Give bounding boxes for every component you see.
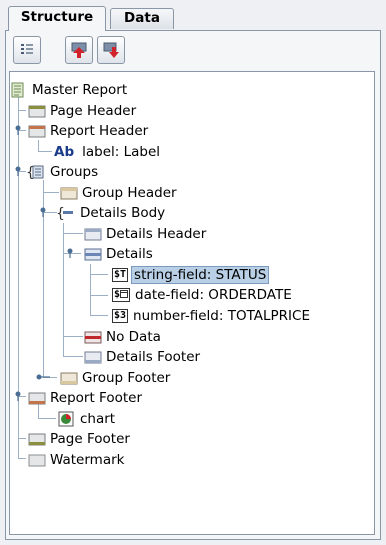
- tree-node-details[interactable]: Details: [84, 244, 155, 264]
- tree-node-page-header[interactable]: Page Header: [28, 101, 138, 121]
- tree-node-chart[interactable]: chart: [58, 409, 117, 429]
- tree-node-label: Watermark: [50, 452, 125, 468]
- page-footer-band-icon: [28, 431, 46, 447]
- structure-tree[interactable]: Master Report Page Header Report Header …: [9, 71, 375, 535]
- details-body-icon: {: [56, 205, 74, 221]
- tab-structure[interactable]: Structure: [8, 6, 106, 31]
- tree-node-label: Details Body: [80, 205, 166, 221]
- tree-node-label-element[interactable]: Ab label: Label: [54, 142, 162, 162]
- toolbar: [9, 35, 369, 67]
- tree-node-label: Details Footer: [106, 349, 201, 365]
- tree-node-label: Report Footer: [50, 390, 142, 406]
- report-document-icon: [10, 82, 26, 98]
- chart-icon: [58, 411, 74, 427]
- list-view-icon: [19, 42, 35, 58]
- structure-panel: Master Report Page Header Report Header …: [5, 30, 381, 540]
- move-up-button[interactable]: [65, 36, 93, 64]
- tree-node-label: Page Footer: [50, 431, 130, 447]
- move-down-button[interactable]: [97, 36, 125, 64]
- tree-node-label: Details Header: [106, 226, 207, 242]
- details-body-toggle[interactable]: [36, 207, 50, 217]
- details-band-icon: [84, 246, 102, 262]
- groups-toggle[interactable]: [11, 166, 25, 176]
- report-header-band-icon: [28, 123, 46, 139]
- details-header-band-icon: [84, 226, 102, 242]
- tree-node-details-footer[interactable]: Details Footer: [84, 347, 202, 367]
- page-header-band-icon: [28, 103, 46, 119]
- string-field-icon: $T: [112, 268, 129, 282]
- tree-node-label: Group Header: [82, 185, 177, 201]
- number-field-icon: $3: [112, 309, 129, 323]
- tree-node-label: Master Report: [32, 82, 128, 98]
- report-footer-toggle[interactable]: [11, 391, 25, 401]
- tree-node-label: number-field: TOTALPRICE: [133, 308, 310, 324]
- group-footer-toggle[interactable]: [36, 372, 50, 382]
- group-header-band-icon: [60, 185, 78, 201]
- details-footer-band-icon: [84, 349, 102, 365]
- tab-data[interactable]: Data: [110, 8, 174, 29]
- tree-node-group-footer[interactable]: Group Footer: [60, 368, 172, 388]
- tree-node-label: label: Label: [82, 144, 161, 160]
- tree-node-label: string-field: STATUS: [131, 266, 270, 284]
- group-brace-icon: {: [26, 164, 44, 180]
- move-down-icon: [102, 41, 120, 59]
- details-toggle[interactable]: [63, 248, 77, 258]
- tree-node-label: Group Footer: [82, 370, 171, 386]
- tree-node-date-field[interactable]: $ date-field: ORDERDATE: [112, 285, 294, 305]
- tree-node-number-field[interactable]: $3 number-field: TOTALPRICE: [112, 306, 312, 326]
- tree-node-string-field[interactable]: $T string-field: STATUS: [112, 265, 270, 285]
- tree-node-master-report[interactable]: Master Report: [10, 80, 129, 100]
- tree-node-no-data[interactable]: No Data: [84, 327, 163, 347]
- tree-node-label: chart: [80, 411, 116, 427]
- tree-node-label: Page Header: [50, 103, 137, 119]
- tree-node-group-header[interactable]: Group Header: [60, 183, 179, 203]
- tree-node-groups[interactable]: { Groups: [26, 162, 100, 182]
- watermark-band-icon: [28, 452, 46, 468]
- tree-node-details-body[interactable]: { Details Body: [56, 203, 167, 223]
- date-field-icon: $: [112, 288, 131, 302]
- report-footer-band-icon: [28, 390, 46, 406]
- no-data-band-icon: [84, 329, 102, 345]
- tree-node-watermark[interactable]: Watermark: [28, 450, 126, 470]
- tree-node-label: Report Header: [50, 123, 149, 139]
- label-element-icon: Ab: [54, 144, 75, 160]
- tree-node-report-footer[interactable]: Report Footer: [28, 388, 144, 408]
- tree-node-report-header[interactable]: Report Header: [28, 121, 150, 141]
- tree-node-details-header[interactable]: Details Header: [84, 224, 208, 244]
- report-header-toggle[interactable]: [11, 125, 25, 135]
- tree-node-label: date-field: ORDERDATE: [135, 287, 292, 303]
- group-footer-band-icon: [60, 370, 78, 386]
- list-view-button[interactable]: [13, 36, 41, 64]
- tree-node-label: Groups: [50, 164, 99, 180]
- move-up-icon: [70, 41, 88, 59]
- tree-node-label: No Data: [106, 329, 161, 345]
- tree-node-page-footer[interactable]: Page Footer: [28, 429, 132, 449]
- tree-node-label: Details: [106, 246, 153, 262]
